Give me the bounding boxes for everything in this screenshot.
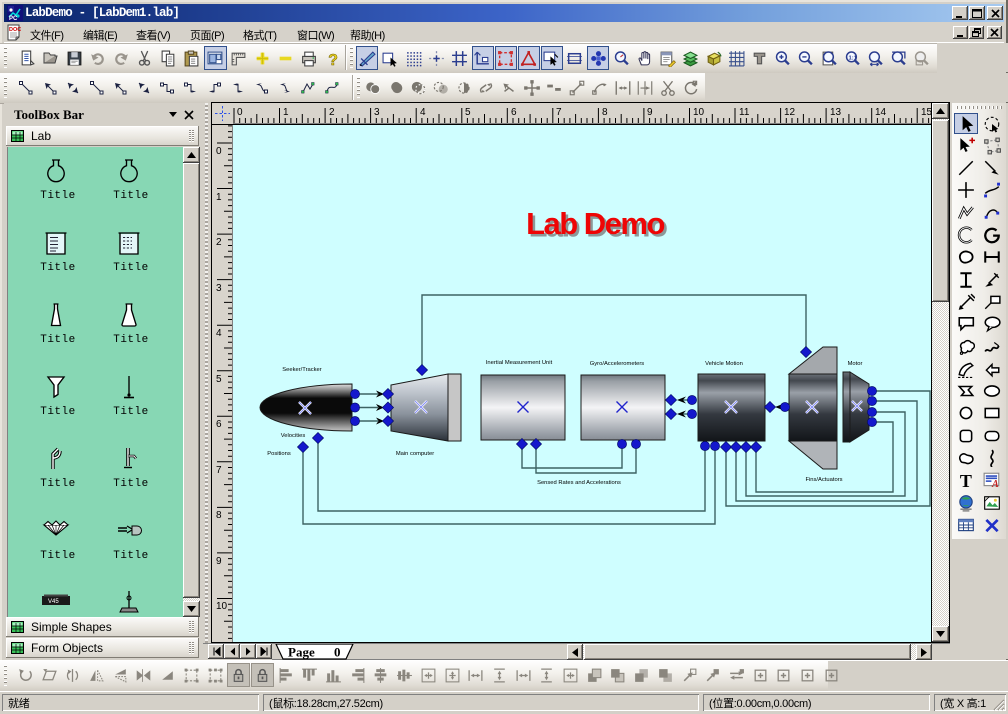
svg-text:4: 4: [216, 328, 222, 339]
svg-text:Main computer: Main computer: [396, 451, 434, 457]
svg-text:PC: PC: [9, 16, 18, 21]
svg-text:3: 3: [374, 107, 380, 118]
svg-text:Motor: Motor: [848, 361, 863, 367]
svg-text:3: 3: [216, 283, 222, 294]
svg-text:7: 7: [556, 107, 562, 118]
svg-text:1: 1: [283, 107, 289, 118]
svg-text:0: 0: [334, 645, 341, 660]
svg-text:2: 2: [216, 237, 222, 248]
svg-text:1: 1: [216, 192, 222, 203]
svg-text:Page: Page: [288, 645, 315, 660]
svg-text:9: 9: [647, 107, 653, 118]
svg-text:?: ?: [329, 51, 339, 66]
svg-text:Lab Demo: Lab Demo: [526, 206, 664, 241]
svg-text:5: 5: [465, 107, 471, 118]
svg-text:10: 10: [693, 107, 705, 118]
svg-text:A: A: [991, 479, 999, 489]
svg-text:13: 13: [830, 107, 842, 118]
svg-text:8: 8: [602, 107, 608, 118]
svg-text:14: 14: [875, 107, 887, 118]
svg-text:Seeker/Tracker: Seeker/Tracker: [282, 367, 321, 373]
svg-text:11: 11: [739, 107, 750, 118]
svg-text:Inertial Measurement Unit: Inertial Measurement Unit: [486, 360, 553, 366]
svg-text:Fins/Actuators: Fins/Actuators: [805, 477, 842, 483]
svg-text:Positions: Positions: [267, 451, 291, 457]
svg-text:0: 0: [237, 107, 243, 118]
svg-text:5: 5: [216, 374, 222, 385]
svg-text:4: 4: [420, 107, 426, 118]
svg-text:V45: V45: [48, 599, 59, 605]
svg-text:Gyro/Accelerometers: Gyro/Accelerometers: [590, 361, 645, 367]
svg-text:6: 6: [511, 107, 517, 118]
svg-text:2: 2: [329, 107, 335, 118]
svg-text:15: 15: [921, 107, 931, 118]
svg-text:0: 0: [216, 146, 222, 157]
svg-text:Velocities: Velocities: [281, 433, 306, 439]
svg-text:10: 10: [216, 601, 228, 612]
svg-text:1:1: 1:1: [848, 55, 857, 61]
svg-text:12: 12: [784, 107, 796, 118]
svg-text:Sensed Rates and Accelerations: Sensed Rates and Accelerations: [537, 480, 621, 486]
svg-text:T: T: [960, 471, 972, 489]
svg-text:6: 6: [216, 419, 222, 430]
svg-text:Vehicle Motion: Vehicle Motion: [705, 361, 743, 367]
svg-text:8: 8: [216, 510, 222, 521]
svg-text:DOC: DOC: [9, 27, 21, 33]
svg-text:7: 7: [216, 465, 222, 476]
svg-text:9: 9: [216, 556, 222, 567]
